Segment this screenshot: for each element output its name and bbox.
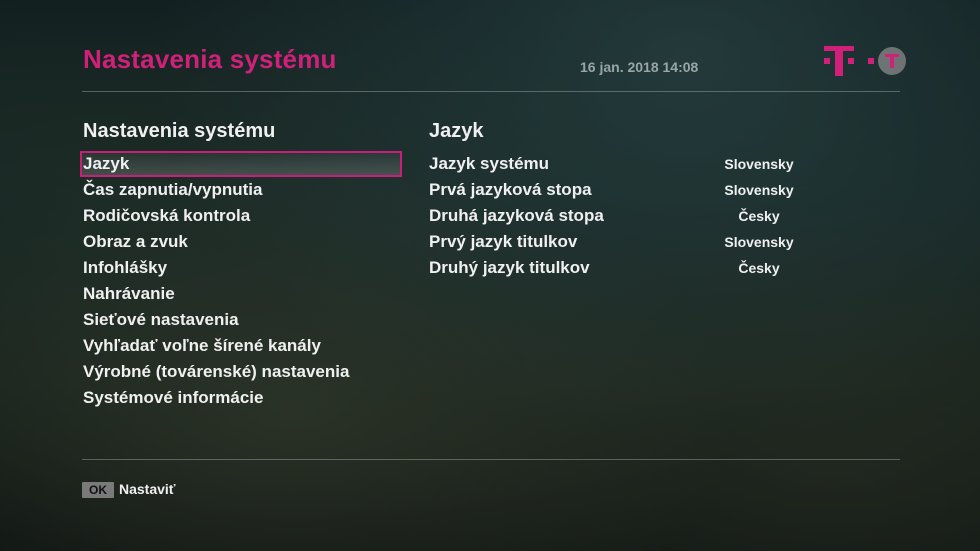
menu-item-systemove-informacie[interactable]: Systémové informácie — [80, 385, 402, 411]
header-divider — [82, 91, 900, 92]
menu-item-vyhladat-kanaly[interactable]: Vyhľadať voľne šírené kanály — [80, 333, 402, 359]
setting-row-druha-jazykova-stopa[interactable]: Druhá jazyková stopa Česky — [429, 203, 829, 229]
menu-item-infohlasky[interactable]: Infohlášky — [80, 255, 402, 281]
settings-menu: Jazyk Čas zapnutia/vypnutia Rodičovská k… — [80, 151, 402, 411]
setting-value: Slovensky — [724, 234, 794, 250]
setting-label: Jazyk systému — [429, 154, 550, 173]
setting-value: Slovensky — [724, 156, 794, 172]
telekom-logo-icon — [824, 46, 906, 76]
footer-divider — [82, 459, 900, 460]
setting-label: Druhý jazyk titulkov — [429, 258, 590, 277]
setting-row-prvy-jazyk-titulkov[interactable]: Prvý jazyk titulkov Slovensky — [429, 229, 829, 255]
menu-item-rodicovska-kontrola[interactable]: Rodičovská kontrola — [80, 203, 402, 229]
menu-heading: Nastavenia systému — [83, 120, 276, 142]
settings-heading: Jazyk — [429, 120, 484, 142]
page-title: Nastavenia systému — [83, 44, 337, 74]
setting-row-prva-jazykova-stopa[interactable]: Prvá jazyková stopa Slovensky — [429, 177, 829, 203]
setting-label: Prvý jazyk titulkov — [429, 232, 578, 251]
menu-item-nahravanie[interactable]: Nahrávanie — [80, 281, 402, 307]
ok-key-icon: OK — [82, 482, 114, 498]
datetime: 16 jan. 2018 14:08 — [580, 59, 699, 75]
setting-label: Prvá jazyková stopa — [429, 180, 592, 199]
menu-item-jazyk[interactable]: Jazyk — [80, 151, 402, 177]
setting-value: Slovensky — [724, 182, 794, 198]
setting-label: Druhá jazyková stopa — [429, 206, 604, 225]
setting-value: Česky — [738, 260, 780, 276]
menu-item-vyrobne-nastavenia[interactable]: Výrobné (továrenské) nastavenia — [80, 359, 402, 385]
setting-row-druhy-jazyk-titulkov[interactable]: Druhý jazyk titulkov Česky — [429, 255, 829, 281]
menu-item-cas-zapnutia[interactable]: Čas zapnutia/vypnutia — [80, 177, 402, 203]
language-settings: Jazyk systému Slovensky Prvá jazyková st… — [429, 151, 829, 281]
menu-item-obraz-a-zvuk[interactable]: Obraz a zvuk — [80, 229, 402, 255]
setting-value: Česky — [738, 208, 780, 224]
menu-item-sietove-nastavenia[interactable]: Sieťové nastavenia — [80, 307, 402, 333]
setting-row-jazyk-systemu[interactable]: Jazyk systému Slovensky — [429, 151, 829, 177]
ok-action-label: Nastaviť — [119, 481, 176, 497]
